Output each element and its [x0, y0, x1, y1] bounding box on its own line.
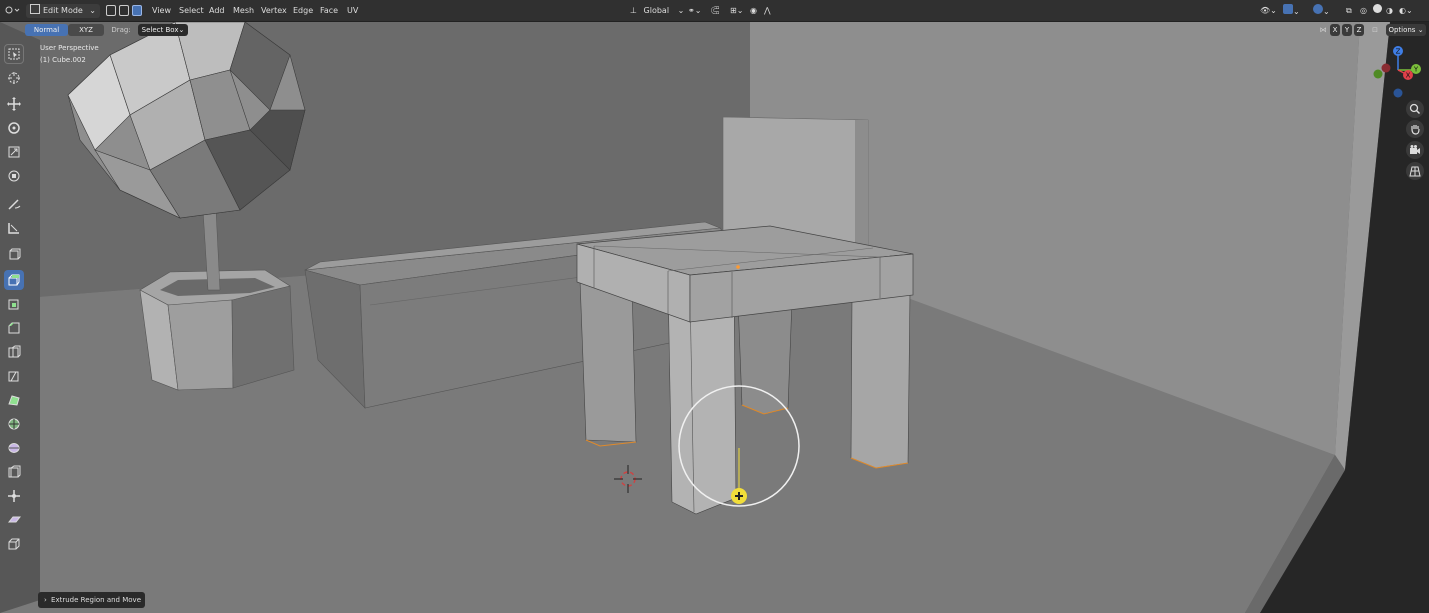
menu-edge[interactable]: Edge [293, 4, 313, 18]
mode-dropdown[interactable]: Edit Mode ⌄ [26, 4, 100, 18]
measure-icon[interactable] [4, 218, 24, 238]
drag-select-value: Select Box [141, 26, 179, 34]
shear-icon[interactable] [4, 510, 24, 530]
proportional-edit-icon[interactable]: ◉ [750, 4, 757, 18]
mirror-x-button[interactable]: X [1330, 24, 1340, 36]
gizmo-neg-y-icon [1373, 69, 1383, 79]
pan-hand-icon[interactable] [1406, 120, 1424, 138]
menu-vertex[interactable]: Vertex [261, 4, 287, 18]
gizmo-y-label: Y [1413, 66, 1419, 74]
snap-target-icon[interactable]: ⊞⌄ [730, 4, 743, 18]
spin-icon[interactable] [4, 414, 24, 434]
poly-build-icon[interactable] [4, 390, 24, 410]
last-operator-panel[interactable]: › Extrude Region and Move [38, 592, 145, 608]
options-dropdown[interactable]: Options ⌄ [1386, 24, 1426, 36]
menu-mesh[interactable]: Mesh [233, 4, 254, 18]
edit-mode-icon [30, 4, 40, 14]
scale-icon[interactable] [4, 142, 24, 162]
3d-viewport[interactable] [0, 22, 1429, 613]
overlays-icon[interactable]: ⌄ [1313, 4, 1330, 18]
orientation-normal-button[interactable]: Normal [25, 24, 68, 36]
rotate-icon[interactable] [4, 118, 24, 138]
gizmo-neg-x-icon [1381, 63, 1391, 73]
transform-icon[interactable] [4, 166, 24, 186]
mirror-icon[interactable]: ⋈ [1318, 24, 1328, 36]
snap-icon[interactable]: 🧲︎ [710, 4, 720, 18]
wireframe-shading-icon[interactable]: ◎ [1360, 4, 1367, 18]
mode-label: Edit Mode [43, 6, 83, 15]
visibility-icon[interactable]: 👁︎⌄ [1260, 4, 1277, 18]
orientation-xyz-button[interactable]: XYZ [68, 24, 104, 36]
extrude-region-icon[interactable] [4, 270, 24, 290]
menu-view[interactable]: View [152, 4, 171, 18]
menu-uv[interactable]: UV [347, 4, 358, 18]
chevron-down-icon: ⌄ [178, 26, 185, 34]
last-operator-label: Extrude Region and Move [51, 596, 142, 604]
drag-label: Drag: [111, 26, 131, 34]
move-icon[interactable] [4, 94, 24, 114]
edge-select-icon[interactable] [119, 5, 129, 16]
zoom-icon[interactable] [1406, 100, 1424, 118]
menu-select[interactable]: Select [179, 4, 204, 18]
options-label: Options [1388, 26, 1416, 34]
gizmo-z-label: Z [1396, 48, 1401, 56]
shrink-fatten-icon[interactable] [4, 486, 24, 506]
edge-slide-icon[interactable] [4, 462, 24, 482]
extrude-handle[interactable] [731, 488, 747, 504]
viewport-header: Edit Mode ⌄ View Select Add Mesh Vertex E… [0, 0, 1429, 22]
editor-type-icon[interactable] [4, 4, 22, 18]
annotate-icon[interactable] [4, 194, 24, 214]
gizmo-x-label: X [1406, 72, 1411, 80]
rip-region-icon[interactable] [4, 534, 24, 554]
orientation-dropdown[interactable]: ⊥ Global ⌄ [630, 4, 684, 18]
pivot-point-icon[interactable]: ⚭⌄ [688, 4, 701, 18]
auto-merge-icon[interactable]: ⊡ [1368, 24, 1382, 36]
perspective-label: User Perspective [40, 44, 99, 52]
menu-add[interactable]: Add [209, 4, 225, 18]
camera-icon[interactable] [1406, 141, 1424, 159]
orientation-icon: ⊥ [630, 6, 637, 15]
material-shading-icon[interactable]: ◑ [1386, 4, 1393, 18]
smooth-icon[interactable] [4, 438, 24, 458]
chevron-right-icon: › [44, 596, 47, 604]
chevron-down-icon: ⌄ [1417, 26, 1424, 34]
navigation-gizmo[interactable]: Z Y X [1368, 42, 1428, 100]
drag-select-dropdown[interactable]: Select Box⌄ [138, 24, 188, 36]
scene-render [0, 22, 1429, 613]
gizmo-toggle-icon[interactable]: ⌄ [1283, 4, 1300, 18]
mirror-y-button[interactable]: Y [1342, 24, 1352, 36]
rendered-shading-icon[interactable]: ◐⌄ [1399, 4, 1413, 18]
active-object-label: (1) Cube.002 [40, 56, 86, 64]
loop-cut-icon[interactable] [4, 342, 24, 362]
falloff-icon[interactable]: ⋀ [764, 4, 771, 18]
bevel-icon[interactable] [4, 318, 24, 338]
vertex-select-icon[interactable] [106, 5, 116, 16]
gizmo-neg-z-icon [1393, 88, 1403, 98]
mirror-z-button[interactable]: Z [1354, 24, 1364, 36]
perspective-toggle-icon[interactable] [1406, 162, 1424, 180]
add-cube-icon[interactable] [4, 244, 24, 264]
menu-face[interactable]: Face [320, 4, 338, 18]
cursor-icon[interactable] [4, 68, 24, 88]
inset-faces-icon[interactable] [4, 294, 24, 314]
face-select-icon[interactable] [132, 5, 142, 16]
plus-icon [735, 492, 743, 500]
knife-icon[interactable] [4, 366, 24, 386]
orientation-label: Global [643, 6, 670, 15]
xray-icon[interactable]: ⧉ [1346, 4, 1352, 18]
chevron-down-icon: ⌄ [89, 6, 96, 15]
solid-shading-icon[interactable] [1373, 4, 1382, 18]
select-box-icon[interactable] [4, 44, 24, 64]
chevron-down-icon: ⌄ [677, 6, 685, 15]
